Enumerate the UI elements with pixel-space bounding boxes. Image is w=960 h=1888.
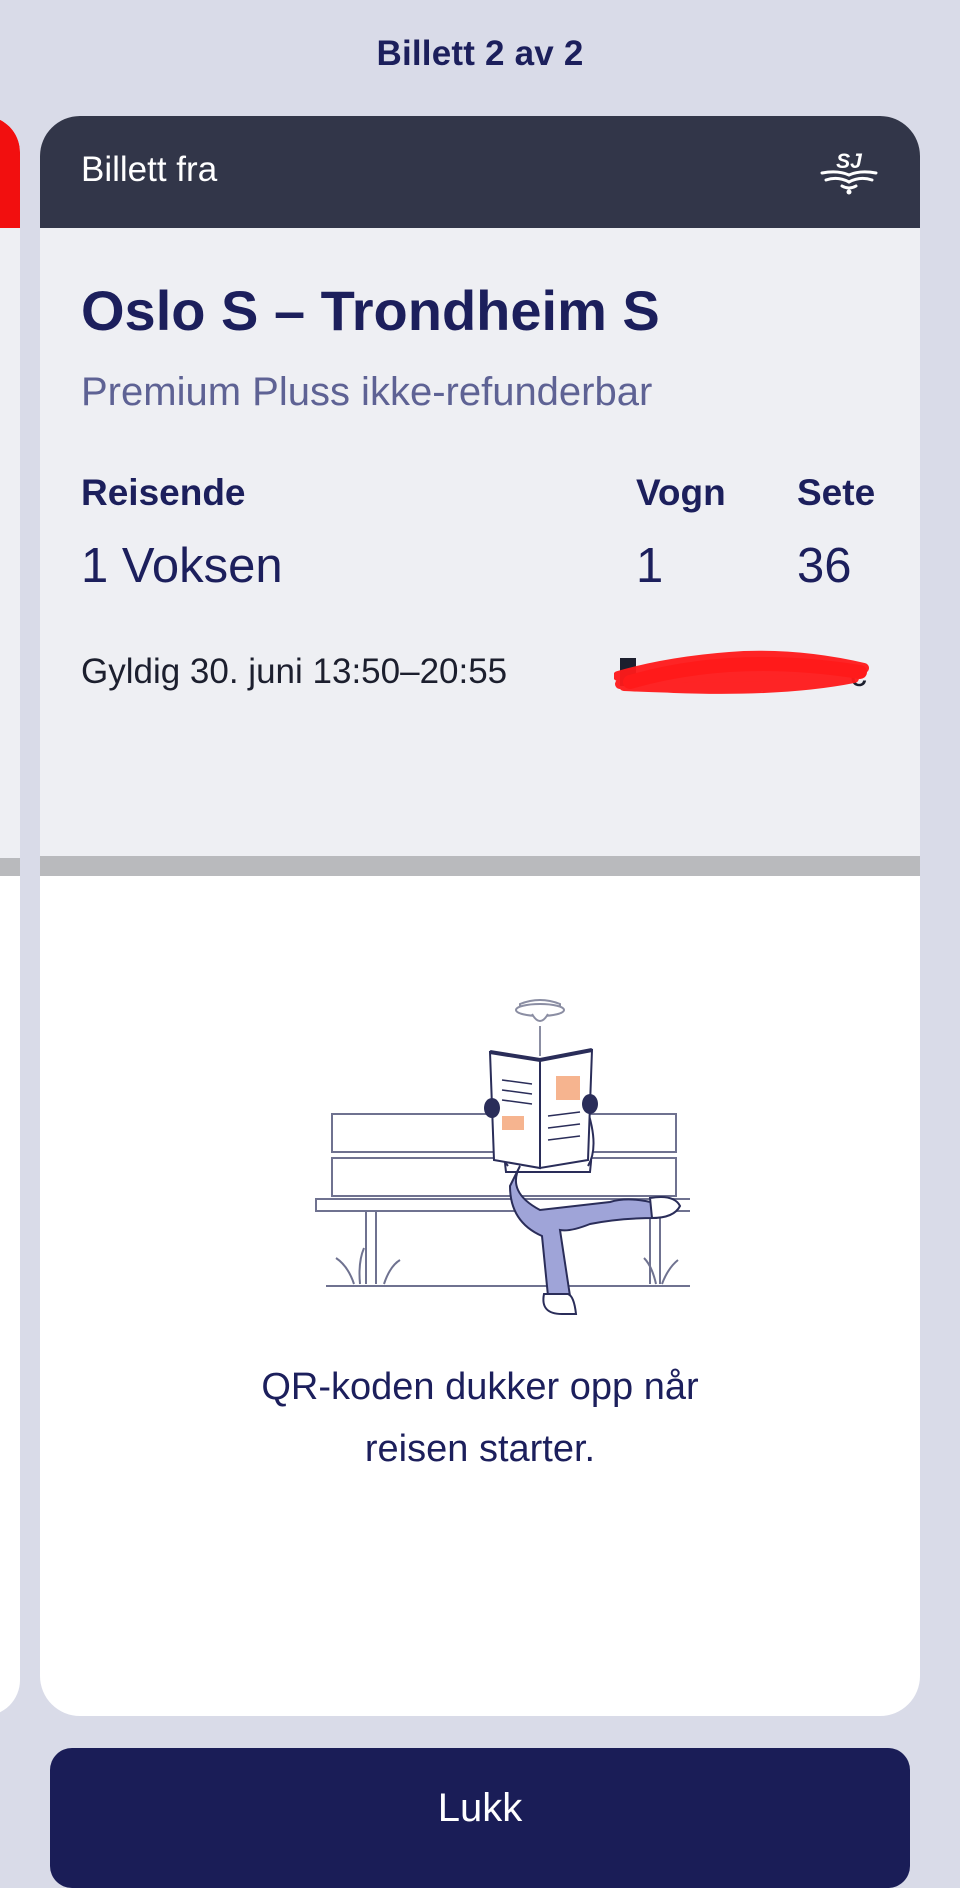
ticket-info: Oslo S – Trondheim S Premium Pluss ikke-… [40,228,920,856]
page-title: Billett 2 av 2 [376,34,584,73]
seat-label: Sete [797,472,876,513]
person-on-bench-illustration [315,999,690,1315]
car-label: Vogn [636,472,726,513]
redaction-scribble: c [614,650,869,694]
qr-pending-message: QR-koden dukker opp når reisen starter. [180,1356,780,1480]
ticket-header-label: Billett fra [81,150,218,189]
svg-text:SJ: SJ [836,150,863,173]
previous-ticket-divider [0,858,20,876]
close-button-label: Lukk [437,1786,523,1830]
ticket-header: Billett fra SJ [40,116,920,228]
validity-text: Gyldig 30. juni 13:50–20:55 [81,652,508,691]
close-button[interactable]: Lukk [50,1748,910,1888]
seat-value: 36 [797,539,852,593]
qr-message-line-1: QR-koden dukker opp når [261,1366,699,1408]
section-divider [40,856,920,876]
route-title: Oslo S – Trondheim S [81,279,660,342]
qr-message-line-2: reisen starter. [364,1428,596,1470]
previous-ticket-header [0,116,20,228]
travellers-label: Reisende [81,472,246,513]
previous-ticket-info [0,228,20,858]
sj-logo-icon: SJ [820,150,878,195]
ticket-card: Billett fra SJ Oslo S – Trondheim S Prem… [40,116,920,1716]
travellers-value: 1 Voksen [81,539,283,593]
fare-type: Premium Pluss ikke-refunderbar [81,370,653,414]
previous-ticket-card[interactable] [0,116,20,1716]
car-value: 1 [636,539,664,593]
